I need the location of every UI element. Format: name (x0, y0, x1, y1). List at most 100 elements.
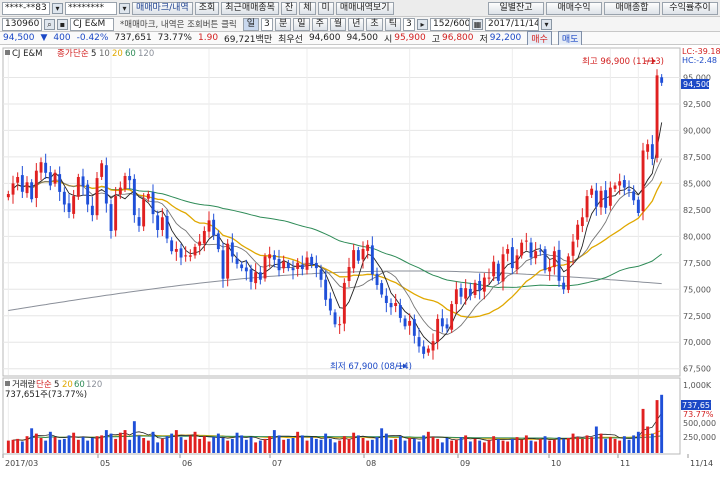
low-label: 저 (479, 34, 488, 45)
period-month[interactable]: 월 (329, 17, 347, 31)
quote-info-bar: 94,500 ▼ 400 -0.42% 737,651 73.77% 1.90 … (0, 30, 720, 46)
volume-bar (212, 437, 216, 453)
volume-bar (510, 438, 514, 453)
search-icon[interactable]: ⌕ (44, 18, 55, 30)
volume-bar (95, 436, 99, 453)
candle-body (627, 189, 631, 191)
volume-bar (25, 436, 29, 453)
candle-body (310, 256, 314, 265)
candle-body (356, 250, 360, 261)
volume-bar (660, 394, 664, 453)
volume-bar (310, 437, 314, 453)
volume-bar (179, 437, 183, 453)
trade-summary-button[interactable]: 매매종합 (604, 1, 660, 15)
candle-body (44, 162, 48, 173)
volume-bar (249, 437, 253, 453)
volume-bar (328, 438, 332, 453)
volume-bar (384, 433, 388, 453)
candle-body (524, 240, 528, 242)
volume-bar (16, 438, 20, 453)
count-value[interactable]: 3 (402, 17, 415, 31)
volume-bar (291, 438, 295, 453)
open-label: 시 (383, 34, 393, 45)
volume-bar (48, 431, 52, 453)
current-volume-tag: 737,651 (681, 400, 715, 410)
price-chart[interactable]: 95,00092,50090,00087,50085,00082,50080,0… (0, 45, 720, 480)
period-day[interactable]: 일 (293, 17, 310, 31)
volume-bar (240, 435, 244, 453)
price-legend: CJ E&M 종가 단순 5 10 20 60 120 (5, 48, 154, 59)
volume-bar (590, 437, 594, 453)
top-toolbar: ****-**83 ▾ ******** ▾ 매매마크/내역 조회 최근매매종목… (0, 0, 720, 17)
volume-bar (375, 437, 379, 453)
volume-bar (585, 435, 589, 453)
period-minute[interactable]: 분 (275, 17, 292, 31)
period-week[interactable]: 주 (311, 17, 328, 31)
account-field[interactable]: ****-**83 (2, 1, 50, 15)
calendar-icon[interactable]: ▦ (471, 18, 483, 30)
search-button[interactable]: 조회 (194, 1, 220, 15)
legend-ma10: 10 (99, 49, 110, 59)
price-tick-label: 82,500 (683, 206, 711, 215)
volume-bar (426, 431, 430, 453)
volume-bar (58, 439, 62, 453)
buy-button[interactable]: 매수 (527, 30, 552, 46)
menu-balance[interactable]: 잔 (280, 1, 298, 15)
tab-trade-marks[interactable]: 매매마크/내역 (132, 1, 193, 15)
sell-button[interactable]: 매도 (557, 30, 583, 46)
volume-bar (104, 430, 108, 453)
volume-bar (20, 441, 24, 453)
volume-bar (109, 433, 113, 453)
vol-tick-250k: 250,000 (683, 433, 716, 442)
candle-body (226, 243, 230, 279)
menu-pending[interactable]: 미 (317, 1, 334, 15)
volume-bar (468, 441, 472, 453)
candle-body (160, 217, 164, 230)
volume-bar (487, 439, 491, 453)
period-tick[interactable]: 틱 (384, 17, 401, 31)
candle-body (268, 254, 272, 259)
period-second[interactable]: 초 (366, 17, 383, 31)
candle-body (482, 277, 486, 292)
lock-icon[interactable]: ▪ (57, 18, 68, 30)
volume-bar (90, 438, 94, 453)
volume-bar (128, 439, 132, 453)
period-day-active[interactable]: 일 (242, 17, 260, 31)
trade-profit-button[interactable]: 매매수익 (546, 1, 602, 15)
menu-trade-history[interactable]: 매매내역보기 (335, 1, 394, 15)
candle-body (272, 255, 276, 260)
candle-body (520, 242, 524, 256)
date-field[interactable]: 2017/11/14 (484, 17, 539, 31)
candle-body (39, 162, 43, 173)
volume-bar (529, 440, 533, 453)
volume-bar (492, 436, 496, 453)
password-field[interactable]: ******** (65, 1, 117, 15)
volume-bar (557, 437, 561, 453)
volume-bar (580, 438, 584, 453)
high-label: 고 (431, 34, 441, 45)
period-year[interactable]: 년 (348, 17, 365, 31)
candle-body (450, 304, 454, 330)
price-change: 400 (53, 33, 71, 43)
volume-bar (114, 438, 118, 453)
volume-bar (608, 437, 612, 453)
volume-bar (11, 439, 15, 453)
tab-recent-items[interactable]: 최근매매종목 (221, 1, 279, 15)
chevron-icon[interactable]: ▸ (416, 18, 428, 30)
password-dropdown-icon[interactable]: ▾ (119, 2, 130, 14)
menu-executed[interactable]: 체 (299, 1, 316, 15)
price-tick-label: 75,000 (683, 285, 711, 294)
candle-body (352, 250, 356, 269)
price-tick-label: 80,000 (683, 232, 711, 241)
account-dropdown-icon[interactable]: ▾ (52, 2, 63, 14)
period-value[interactable]: 3 (261, 17, 274, 31)
volume-bar (319, 439, 323, 453)
volume-bar (352, 432, 356, 453)
volume-bar (30, 428, 34, 453)
stock-code-input[interactable]: 130960 (2, 17, 42, 31)
date-dropdown-icon[interactable]: ▾ (540, 18, 552, 30)
daily-balance-button[interactable]: 일별잔고 (488, 1, 544, 15)
return-trend-button[interactable]: 수익률추이 (662, 1, 718, 15)
range-field[interactable]: 152/600 (429, 17, 470, 31)
volume-bar (632, 435, 636, 453)
